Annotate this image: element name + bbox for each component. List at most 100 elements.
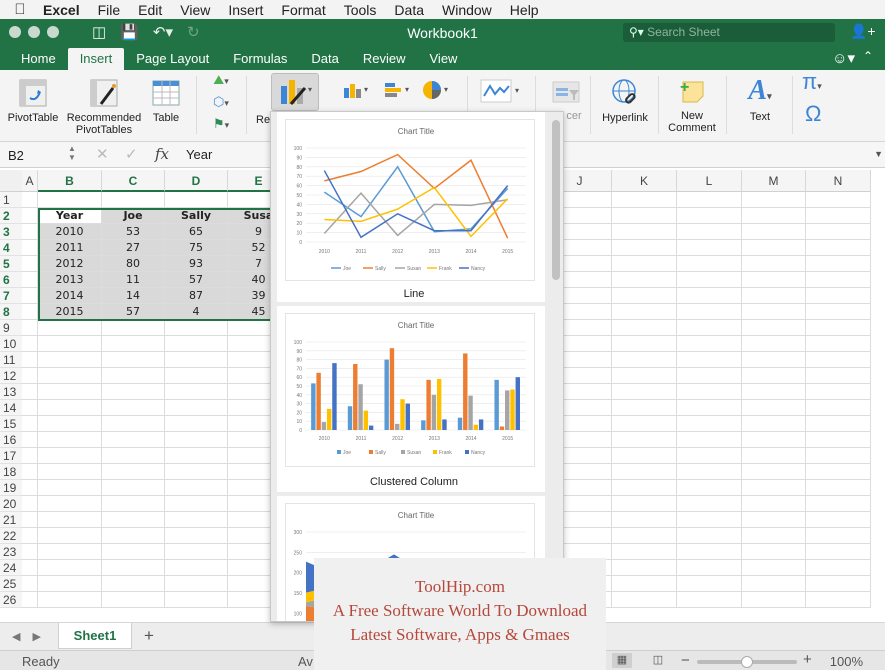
cell[interactable]: [165, 512, 228, 528]
cell[interactable]: [677, 352, 742, 368]
cell[interactable]: [677, 432, 742, 448]
cell[interactable]: [677, 512, 742, 528]
collapse-ribbon-icon[interactable]: ⌃: [863, 49, 873, 63]
cell[interactable]: [612, 448, 677, 464]
table-header-cell[interactable]: Sally: [165, 208, 228, 224]
table-data-cell[interactable]: 80: [102, 256, 165, 272]
cell[interactable]: [102, 352, 165, 368]
table-header-cell[interactable]: Year: [38, 208, 102, 224]
tab-home[interactable]: Home: [9, 48, 68, 70]
cell[interactable]: [38, 592, 102, 608]
cell[interactable]: [22, 192, 38, 208]
column-header-d[interactable]: D: [165, 170, 228, 192]
tab-page-layout[interactable]: Page Layout: [124, 48, 221, 70]
cell[interactable]: [165, 400, 228, 416]
cell[interactable]: [677, 496, 742, 512]
cell[interactable]: [806, 192, 871, 208]
tab-insert[interactable]: Insert: [67, 48, 125, 70]
cell[interactable]: [165, 480, 228, 496]
table-data-cell[interactable]: 14: [102, 288, 165, 304]
cell[interactable]: [165, 464, 228, 480]
table-data-cell[interactable]: 87: [165, 288, 228, 304]
cell[interactable]: [742, 368, 806, 384]
cell[interactable]: [806, 576, 871, 592]
cell[interactable]: [806, 448, 871, 464]
cell[interactable]: [612, 352, 677, 368]
cell[interactable]: [102, 592, 165, 608]
shapes-button[interactable]: ⬡▾: [206, 95, 236, 109]
add-sheet-button[interactable]: +: [144, 626, 154, 646]
cell[interactable]: [102, 496, 165, 512]
cell[interactable]: [38, 560, 102, 576]
sparklines-button[interactable]: ▾: [479, 78, 523, 107]
table-data-cell[interactable]: 57: [165, 272, 228, 288]
cell[interactable]: [22, 528, 38, 544]
cell[interactable]: [612, 528, 677, 544]
cell[interactable]: [612, 240, 677, 256]
cell[interactable]: [612, 320, 677, 336]
menu-file[interactable]: File: [89, 2, 130, 18]
table-data-cell[interactable]: 75: [165, 240, 228, 256]
cell[interactable]: [742, 416, 806, 432]
cell[interactable]: [612, 384, 677, 400]
tab-data[interactable]: Data: [299, 48, 350, 70]
formula-input[interactable]: Year: [186, 147, 212, 162]
cell[interactable]: [742, 288, 806, 304]
page-layout-view-icon[interactable]: ◫: [648, 653, 668, 668]
cell[interactable]: [677, 592, 742, 608]
cell[interactable]: [806, 512, 871, 528]
cell[interactable]: [742, 496, 806, 512]
cell[interactable]: [165, 576, 228, 592]
table-data-cell[interactable]: 2012: [38, 256, 102, 272]
row-header-4[interactable]: 4: [0, 240, 22, 256]
sheet-nav-arrows-icon[interactable]: ◀▶: [12, 630, 53, 643]
cell[interactable]: [102, 192, 165, 208]
cell[interactable]: [22, 576, 38, 592]
cell[interactable]: [102, 416, 165, 432]
cell[interactable]: [742, 576, 806, 592]
cell[interactable]: [102, 448, 165, 464]
cell[interactable]: [102, 528, 165, 544]
cell[interactable]: [677, 256, 742, 272]
cell[interactable]: [677, 528, 742, 544]
pivot-table-button[interactable]: PivotTable: [6, 78, 60, 124]
cell[interactable]: [22, 560, 38, 576]
cell[interactable]: [165, 432, 228, 448]
cell[interactable]: [102, 576, 165, 592]
row-header-16[interactable]: 16: [0, 432, 22, 448]
cell[interactable]: [165, 544, 228, 560]
pictures-button[interactable]: ⛰▾: [206, 73, 236, 87]
table-data-cell[interactable]: 65: [165, 224, 228, 240]
cell[interactable]: [677, 272, 742, 288]
cell[interactable]: [22, 368, 38, 384]
cell[interactable]: [38, 464, 102, 480]
cell[interactable]: [38, 512, 102, 528]
expand-formula-bar-icon[interactable]: ▼: [874, 149, 883, 159]
cell[interactable]: [612, 432, 677, 448]
row-header-3[interactable]: 3: [0, 224, 22, 240]
row-header-11[interactable]: 11: [0, 352, 22, 368]
menu-view[interactable]: View: [171, 2, 219, 18]
table-data-cell[interactable]: 2015: [38, 304, 102, 320]
column-header-c[interactable]: C: [102, 170, 165, 192]
cell[interactable]: [22, 352, 38, 368]
insert-function-icon[interactable]: fx: [155, 145, 169, 163]
column-header-b[interactable]: B: [38, 170, 102, 192]
cell[interactable]: [38, 336, 102, 352]
table-data-cell[interactable]: 2014: [38, 288, 102, 304]
cell[interactable]: [165, 528, 228, 544]
table-data-cell[interactable]: 2010: [38, 224, 102, 240]
cell[interactable]: [742, 480, 806, 496]
cell[interactable]: [612, 560, 677, 576]
cell[interactable]: [806, 384, 871, 400]
apple-icon[interactable]: : [0, 1, 40, 18]
cell[interactable]: [677, 384, 742, 400]
gallery-scrollbar[interactable]: [552, 120, 560, 280]
cell[interactable]: [806, 416, 871, 432]
row-header-17[interactable]: 17: [0, 448, 22, 464]
cell[interactable]: [742, 304, 806, 320]
cell[interactable]: [165, 560, 228, 576]
cell[interactable]: [102, 544, 165, 560]
row-header-26[interactable]: 26: [0, 592, 22, 608]
cell[interactable]: [22, 240, 38, 256]
